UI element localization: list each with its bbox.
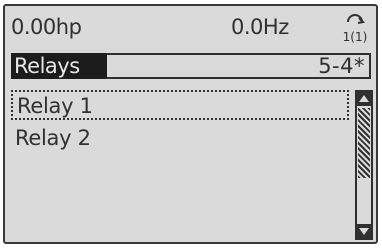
scroll-up-arrow-icon[interactable]: [357, 92, 371, 106]
status-power-readout: 0.00hp: [11, 15, 82, 39]
menu-title-bar: Relays 5-4*: [11, 53, 371, 83]
active-setup-label: 1(1): [343, 30, 368, 44]
status-frequency-readout: 0.0Hz: [231, 15, 289, 39]
scrollbar[interactable]: [355, 90, 373, 240]
list-item-label: Relay 1: [17, 94, 93, 118]
status-line: 0.00hp 0.0Hz 1(1): [5, 6, 376, 50]
menu-title: Relays: [14, 54, 80, 78]
list-item-relay-1[interactable]: Relay 1: [11, 90, 349, 120]
scroll-thumb[interactable]: [358, 108, 370, 178]
scroll-down-arrow-icon[interactable]: [357, 224, 371, 238]
active-setup-icon: 1(1): [339, 11, 371, 45]
lcp-display-bezel: 0.00hp 0.0Hz 1(1) Relays 5-4* Relay 1 Re…: [0, 0, 382, 248]
parameter-group-code: 5-4*: [318, 54, 365, 78]
list-item-relay-2[interactable]: Relay 2: [11, 124, 349, 154]
list-item-label: Relay 2: [15, 126, 91, 150]
lcp-display-screen: 0.00hp 0.0Hz 1(1) Relays 5-4* Relay 1 Re…: [3, 4, 378, 244]
parameter-list: Relay 1 Relay 2: [11, 90, 351, 240]
